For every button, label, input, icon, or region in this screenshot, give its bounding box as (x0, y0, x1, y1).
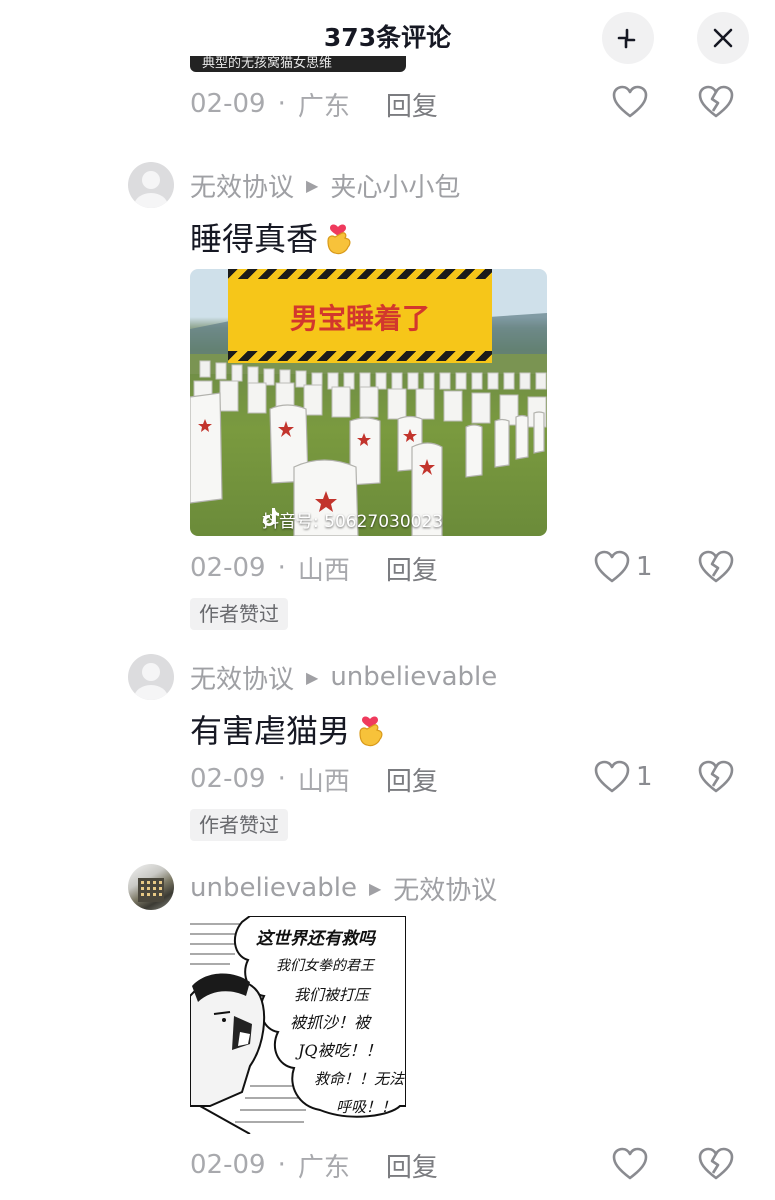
close-button[interactable] (697, 12, 749, 64)
comment-location: 广东 (297, 91, 350, 122)
comment-author-line: 无效协议 ▶ 夹心小小包 (190, 167, 460, 203)
dislike-button[interactable] (698, 82, 734, 122)
broken-heart-icon (698, 550, 734, 583)
broken-heart-icon (698, 760, 734, 793)
comment-author[interactable]: 无效协议 (190, 659, 294, 696)
comment-text-content: 睡得真香 (190, 220, 319, 258)
comment-date: 02-09 (190, 89, 266, 119)
reply-button[interactable]: 回复 (386, 761, 438, 798)
comic-line-4: 被抓沙！被 (290, 1013, 372, 1032)
comment-meta: 02-09 · 广东 回复 (190, 84, 438, 124)
meta-separator: · (277, 764, 286, 794)
broken-heart-icon (698, 85, 734, 118)
comic-line-7: 呼吸！！ (336, 1098, 396, 1116)
avatar[interactable] (128, 162, 174, 208)
heart-outline-icon (594, 550, 630, 583)
comment-meta: 02-09 · 山西 回复 (190, 759, 438, 799)
comment-date: 02-09 (190, 1150, 266, 1180)
like-count: 1 (636, 762, 653, 792)
collapse-arrows-icon (617, 28, 636, 49)
comment-text: 有害虐猫男 (190, 706, 386, 752)
meta-separator: · (277, 1150, 286, 1180)
comment-author-line: unbelievable ▶ 无效协议 (190, 870, 497, 906)
image-banner: 男宝睡着了 (228, 269, 492, 363)
like-button[interactable] (612, 82, 648, 122)
play-triangle-icon: ▶ (306, 667, 319, 687)
image-banner-text: 男宝睡着了 (289, 302, 430, 335)
comment-author-line: 无效协议 ▶ unbelievable (190, 659, 497, 695)
reply-button[interactable]: 回复 (386, 550, 438, 587)
comic-line-5: JQ被吃！！ (295, 1041, 382, 1060)
finger-heart-emoji-icon (359, 716, 383, 747)
building-photo-avatar (138, 878, 164, 902)
author-liked-tag: 作者赞过 (190, 809, 288, 841)
comment-meta: 02-09 · 山西 回复 (190, 548, 438, 588)
comic-line-1: 这世界还有救吗 (256, 929, 377, 949)
heart-outline-icon (612, 1147, 648, 1180)
broken-heart-icon (698, 1147, 734, 1180)
reply-button[interactable]: 回复 (386, 1147, 438, 1184)
meta-separator: · (277, 553, 286, 583)
dislike-button[interactable] (698, 1144, 734, 1184)
reply-to-author[interactable]: 夹心小小包 (330, 167, 460, 204)
like-button[interactable]: 1 (594, 757, 653, 797)
comment-count-title: 373条评论 (323, 23, 452, 52)
comment-meta: 02-09 · 广东 回复 (190, 1145, 438, 1185)
play-triangle-icon: ▶ (306, 175, 319, 195)
like-button[interactable]: 1 (594, 547, 653, 587)
dislike-button[interactable] (698, 547, 734, 587)
play-triangle-icon: ▶ (368, 878, 382, 898)
finger-heart-emoji-icon (327, 224, 351, 255)
comment-text-content: 有害虐猫男 (190, 712, 351, 750)
comic-line-3: 我们被打压 (294, 986, 372, 1004)
dislike-button[interactable] (698, 757, 734, 797)
hazard-stripes-bottom (228, 351, 492, 361)
comment-image-cemetery[interactable]: 男宝睡着了 抖音号: 50627030023 (190, 269, 547, 536)
comment-location: 广东 (297, 1152, 350, 1183)
comment-location: 山西 (297, 555, 350, 586)
comic-line-2: 我们女拳的君王 (276, 958, 376, 974)
comment-date: 02-09 (190, 553, 266, 583)
like-count: 1 (636, 552, 653, 582)
douyin-watermark: 抖音号: 50627030023 (262, 507, 443, 532)
author-liked-tag: 作者赞过 (190, 598, 288, 630)
comment-author[interactable]: 无效协议 (190, 167, 294, 204)
hazard-stripes-top (228, 269, 492, 279)
previous-comment-image-text: 典型的无孩窝猫女思维 (202, 56, 333, 71)
heart-outline-icon (594, 760, 630, 793)
close-icon (713, 28, 733, 48)
comment-location: 山西 (297, 766, 350, 797)
avatar[interactable] (128, 864, 174, 910)
comic-line-6: 救命！！无法 (314, 1070, 405, 1088)
comment-text: 睡得真香 (190, 214, 354, 260)
reply-to-author[interactable]: unbelievable (330, 662, 497, 692)
collapse-button[interactable] (602, 12, 654, 64)
comment-date: 02-09 (190, 764, 266, 794)
reply-button[interactable]: 回复 (386, 86, 438, 123)
comment-author[interactable]: unbelievable (190, 873, 357, 903)
like-button[interactable] (612, 1144, 648, 1184)
reply-to-author[interactable]: 无效协议 (393, 870, 497, 907)
watermark-text: 抖音号: 50627030023 (262, 512, 444, 532)
meta-separator: · (277, 89, 286, 119)
previous-comment-image[interactable]: 典型的无孩窝猫女思维 (190, 56, 406, 72)
heart-outline-icon (612, 85, 648, 118)
douyin-logo-icon (263, 508, 279, 526)
comment-image-comic[interactable]: 这世界还有救吗 我们女拳的君王 我们被打压 被抓沙！被 JQ被吃！！ 救命！！无… (190, 916, 406, 1134)
avatar[interactable] (128, 654, 174, 700)
comic-illustration: 这世界还有救吗 我们女拳的君王 我们被打压 被抓沙！被 JQ被吃！！ 救命！！无… (190, 916, 406, 1134)
default-avatar-icon (134, 663, 168, 700)
default-avatar-icon (134, 171, 168, 208)
